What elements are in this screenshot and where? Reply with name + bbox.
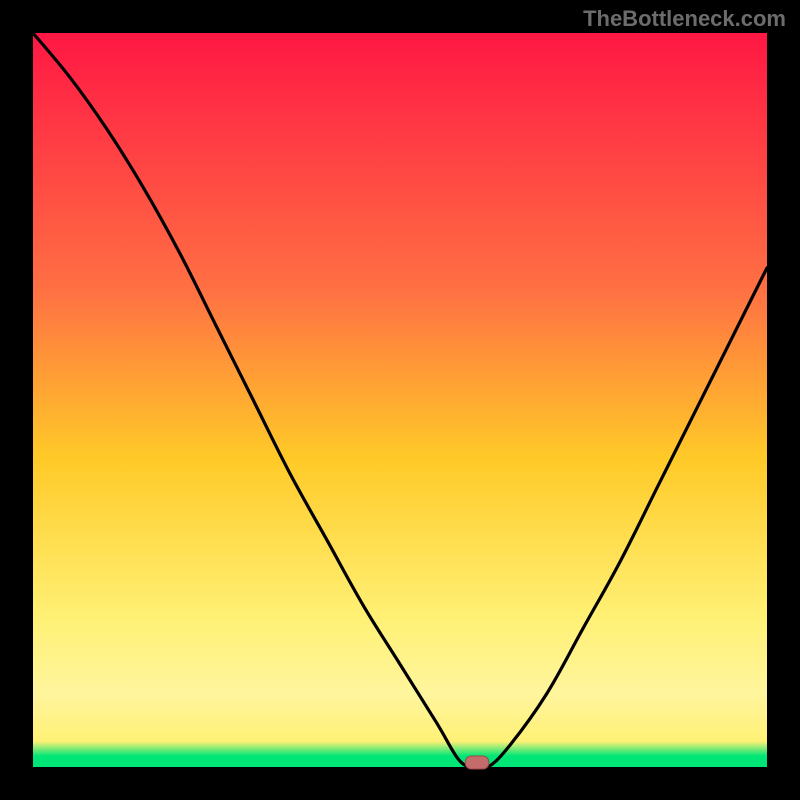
- optimal-marker: [465, 756, 488, 769]
- chart-frame: { "watermark": "TheBottleneck.com", "col…: [0, 0, 800, 800]
- bottleneck-chart: [0, 0, 800, 800]
- watermark-text: TheBottleneck.com: [583, 6, 786, 32]
- plot-background: [33, 33, 767, 767]
